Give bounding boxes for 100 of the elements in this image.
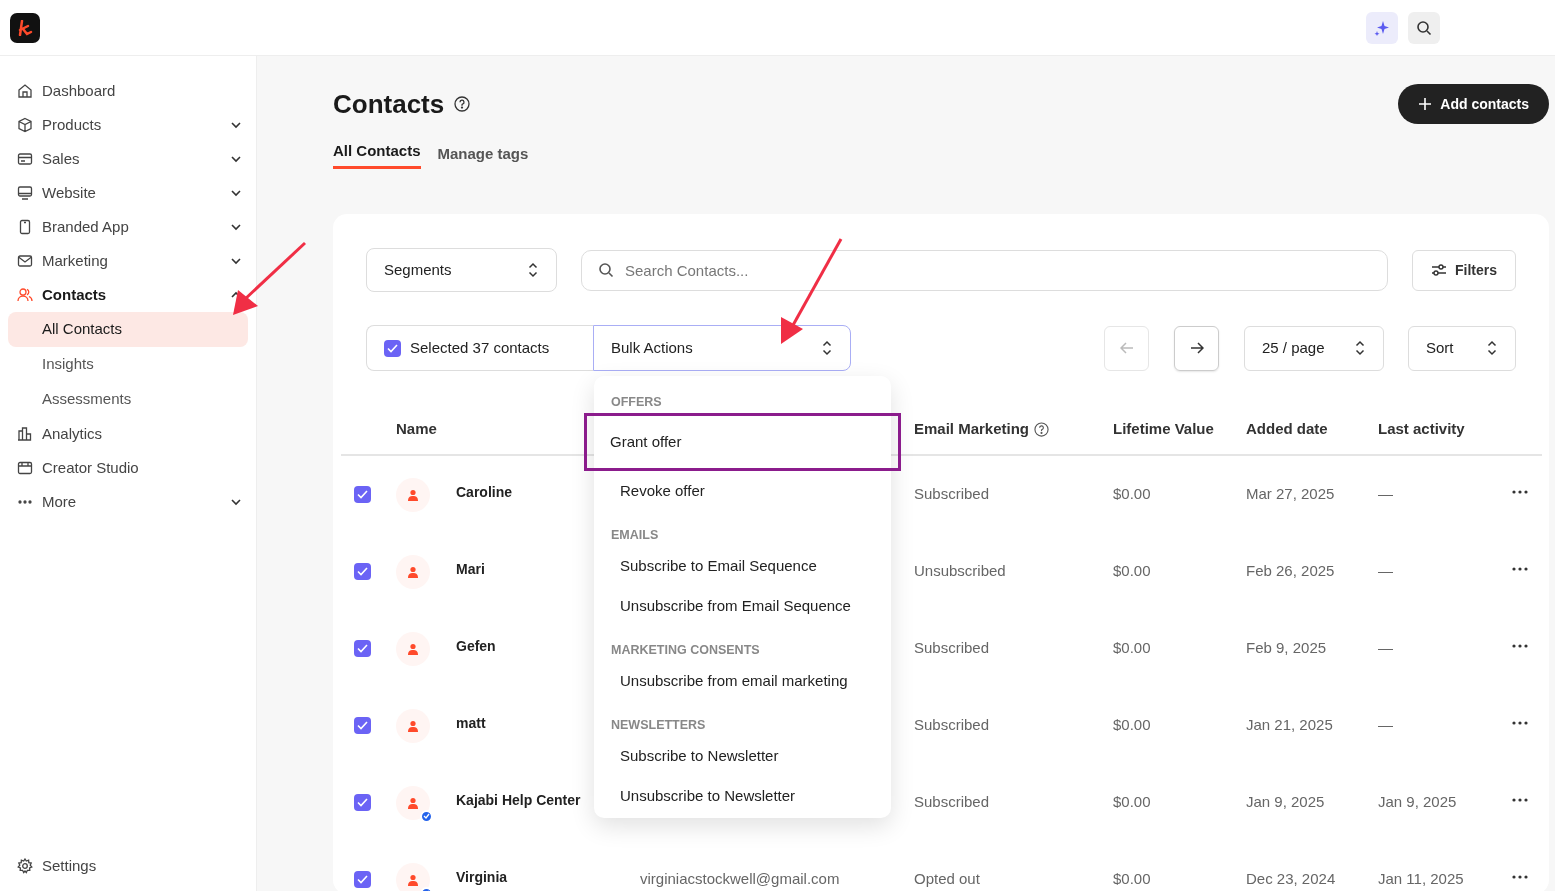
search-icon <box>1416 19 1432 36</box>
menu-item[interactable]: Revoke offer <box>594 471 891 511</box>
checkmark-icon <box>357 490 368 499</box>
last-activity: — <box>1378 561 1394 582</box>
last-activity: — <box>1378 484 1394 505</box>
sidebar-item[interactable]: Marketing <box>8 244 248 278</box>
selection-count: Selected 37 contacts <box>410 337 550 358</box>
envelope-icon <box>17 253 33 269</box>
menu-section-heading: MARKETING CONSENTS <box>610 642 761 658</box>
up-down-chevron-icon <box>1486 340 1498 356</box>
menu-item[interactable]: Unsubscribe to Newsletter <box>594 776 891 816</box>
menu-section-heading: EMAILS <box>610 527 660 543</box>
more-options-button[interactable] <box>1510 566 1530 571</box>
last-activity: Jan 9, 2025 <box>1378 792 1458 813</box>
settings-icon <box>17 858 33 874</box>
segments-dropdown[interactable]: Segments <box>366 248 557 292</box>
page-size-dropdown[interactable]: 25 / page <box>1244 325 1384 371</box>
column-header: Name <box>396 419 437 437</box>
filters-button[interactable]: Filters <box>1412 249 1516 291</box>
sidebar-item[interactable]: Products <box>8 108 248 142</box>
more-options-button[interactable] <box>1510 720 1530 725</box>
added-date: Feb 9, 2025 <box>1246 638 1328 659</box>
column-header: Email Marketing <box>914 418 1030 439</box>
menu-item[interactable]: Unsubscribe from email marketing <box>594 661 891 701</box>
lifetime-value: $0.00 <box>1113 484 1152 505</box>
sidebar-item[interactable]: Creator Studio <box>8 451 248 485</box>
email-marketing-status: Subscribed <box>914 792 991 813</box>
search-button[interactable] <box>1408 11 1440 44</box>
sort-dropdown[interactable]: Sort <box>1408 325 1516 371</box>
arrow-right-icon <box>1189 342 1204 354</box>
next-page-button[interactable] <box>1174 325 1219 371</box>
credit-card-icon <box>17 151 33 167</box>
help-icon <box>454 96 471 112</box>
contact-email: virginiacstockwell@gmail.com <box>640 869 841 890</box>
search-field[interactable]: Search Contacts... <box>581 249 1388 291</box>
sidebar-subitem[interactable]: Assessments <box>8 382 248 417</box>
row-checkbox[interactable] <box>354 717 371 734</box>
settings-item[interactable]: Settings <box>8 849 248 883</box>
email-marketing-status: Opted out <box>914 869 981 890</box>
sidebar-item[interactable]: Branded App <box>8 210 248 244</box>
email-marketing-status: Unsubscribed <box>914 561 1007 582</box>
row-checkbox[interactable] <box>354 871 371 888</box>
help-icon <box>1034 421 1050 437</box>
menu-item[interactable]: Unsubscribe from Email Sequence <box>594 586 891 626</box>
sidebar-item[interactable]: Sales <box>8 142 248 176</box>
bar-chart-icon <box>17 426 33 442</box>
sidebar-item[interactable]: Contacts <box>8 278 248 312</box>
last-activity: — <box>1378 715 1394 736</box>
selection-control[interactable]: Selected 37 contacts <box>366 325 593 371</box>
people-icon <box>17 287 33 303</box>
menu-item[interactable]: Subscribe to Newsletter <box>594 736 891 776</box>
lifetime-value: $0.00 <box>1113 561 1152 582</box>
arrow-left-icon <box>1119 342 1134 354</box>
lifetime-value: $0.00 <box>1113 638 1152 659</box>
row-checkbox[interactable] <box>354 794 371 811</box>
house-icon <box>17 83 33 99</box>
added-date: Dec 23, 2024 <box>1246 869 1337 890</box>
menu-item[interactable]: Grant offer <box>584 413 901 471</box>
row-checkbox[interactable] <box>354 563 371 580</box>
up-down-chevron-icon <box>821 340 833 356</box>
sidebar-item[interactable]: Analytics <box>8 417 248 451</box>
contact-name[interactable]: Virginia <box>456 866 640 888</box>
sparkle-button[interactable] <box>1366 11 1398 44</box>
more-options-button[interactable] <box>1510 797 1530 802</box>
checkmark-icon <box>357 798 368 807</box>
menu-item[interactable]: Subscribe to Email Sequence <box>594 546 891 586</box>
sidebar-subitem[interactable]: All Contacts <box>8 312 248 347</box>
email-marketing-status: Subscribed <box>914 638 991 659</box>
sidebar-subitem[interactable]: Insights <box>8 347 248 382</box>
bulk-actions-dropdown[interactable]: Bulk Actions <box>593 325 851 371</box>
more-options-button[interactable] <box>1510 643 1530 648</box>
row-checkbox[interactable] <box>354 640 371 657</box>
checkmark-icon <box>357 875 368 884</box>
cube-icon <box>17 117 33 133</box>
more-options-button[interactable] <box>1510 874 1530 879</box>
add-contacts-button[interactable]: Add contacts <box>1398 84 1549 124</box>
tab[interactable]: All Contacts <box>333 140 421 169</box>
lifetime-value: $0.00 <box>1113 792 1152 813</box>
sidebar-item[interactable]: More <box>8 485 248 519</box>
sidebar-item[interactable]: Dashboard <box>8 74 248 108</box>
more-options-button[interactable] <box>1510 489 1530 494</box>
calendar-icon <box>17 460 33 476</box>
phone-icon <box>17 219 33 235</box>
added-date: Feb 26, 2025 <box>1246 561 1336 582</box>
menu-section-heading: NEWSLETTERS <box>610 717 707 733</box>
checkbox[interactable] <box>384 339 401 357</box>
app-logo[interactable] <box>10 12 40 43</box>
row-checkbox[interactable] <box>354 486 371 503</box>
email-marketing-status: Subscribed <box>914 715 991 736</box>
sliders-icon <box>1431 263 1447 277</box>
up-down-chevron-icon <box>527 262 539 278</box>
added-date: Jan 21, 2025 <box>1246 715 1334 736</box>
tab[interactable]: Manage tags <box>437 140 529 169</box>
column-header: Added date <box>1246 418 1329 439</box>
checkmark-icon <box>387 343 398 353</box>
sidebar-item[interactable]: Website <box>8 176 248 210</box>
plus-icon <box>1418 97 1433 111</box>
menu-section-heading: OFFERS <box>610 394 663 410</box>
column-header: Lifetime Value <box>1113 418 1215 439</box>
page-title: Contacts <box>333 87 445 121</box>
